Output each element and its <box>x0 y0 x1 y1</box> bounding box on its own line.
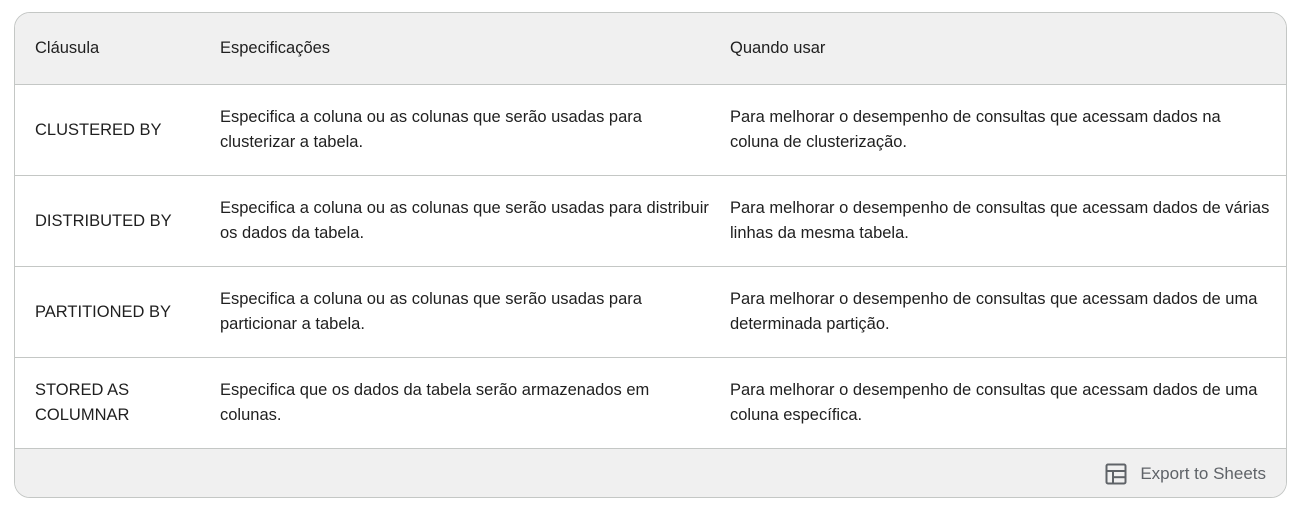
spec-cell: Especifica a coluna ou as colunas que se… <box>220 199 709 242</box>
table-row: CLUSTERED BY Especifica a coluna ou as c… <box>15 85 1286 176</box>
clause-cell: DISTRIBUTED BY <box>35 211 172 230</box>
spec-cell: Especifica que os dados da tabela serão … <box>220 381 650 424</box>
clause-cell: PARTITIONED BY <box>35 302 171 321</box>
header-when-to-use: Quando usar <box>730 39 826 57</box>
spec-cell: Especifica a coluna ou as colunas que se… <box>220 108 642 151</box>
header-specifications: Especificações <box>220 39 331 57</box>
when-cell: Para melhorar o desempenho de consultas … <box>730 108 1221 151</box>
table-header-row: Cláusula Especificações Quando usar <box>15 13 1286 85</box>
table-row: STORED AS COLUMNAR Especifica que os dad… <box>15 358 1286 449</box>
table-row: DISTRIBUTED BY Especifica a coluna ou as… <box>15 176 1286 267</box>
export-to-sheets-label: Export to Sheets <box>1140 464 1266 483</box>
table-row: PARTITIONED BY Especifica a coluna ou as… <box>15 267 1286 358</box>
header-clause: Cláusula <box>35 39 100 57</box>
table-footer: Export to Sheets <box>15 449 1286 497</box>
when-cell: Para melhorar o desempenho de consultas … <box>730 199 1270 242</box>
spec-cell: Especifica a coluna ou as colunas que se… <box>220 290 642 333</box>
data-table: Cláusula Especificações Quando usar CLUS… <box>14 12 1287 498</box>
clause-cell: CLUSTERED BY <box>35 120 162 139</box>
when-cell: Para melhorar o desempenho de consultas … <box>730 290 1258 333</box>
table-grid-icon <box>1105 463 1127 485</box>
clause-cell: STORED AS COLUMNAR <box>35 381 130 424</box>
export-to-sheets-button[interactable]: Export to Sheets <box>1104 462 1266 486</box>
when-cell: Para melhorar o desempenho de consultas … <box>730 381 1258 424</box>
